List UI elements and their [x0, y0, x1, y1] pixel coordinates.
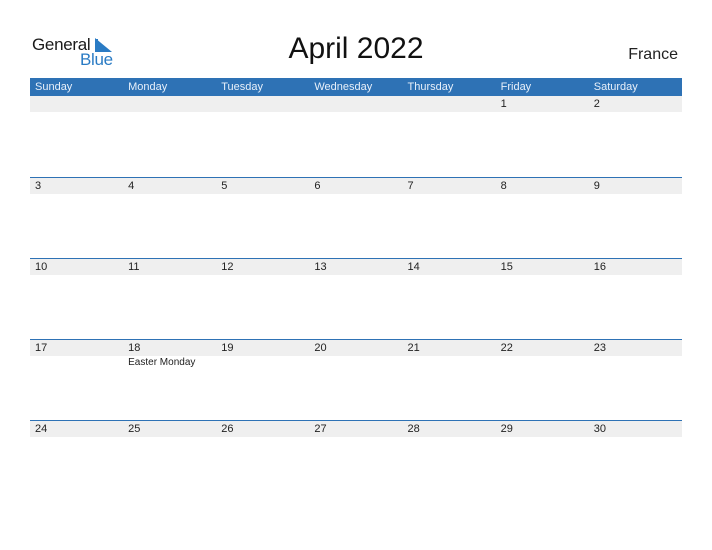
day-cell: 23: [588, 340, 682, 368]
day-number: 19: [216, 340, 310, 356]
day-cell: 12: [216, 259, 310, 275]
week-row: 12: [30, 96, 682, 112]
day-number: 5: [216, 178, 310, 194]
day-cell: 3: [30, 178, 124, 194]
day-number: 10: [30, 259, 124, 275]
day-cell: 26: [216, 421, 310, 437]
day-cell: [309, 96, 403, 112]
day-cell: 4: [123, 178, 217, 194]
day-number: 2: [588, 96, 682, 112]
day-number: 3: [30, 178, 124, 194]
day-number: 9: [588, 178, 682, 194]
day-number: [309, 96, 403, 112]
day-number: 15: [495, 259, 589, 275]
weekday-header: Sunday Monday Tuesday Wednesday Thursday…: [30, 78, 682, 96]
day-cell: [30, 96, 124, 112]
day-number: 25: [123, 421, 217, 437]
day-cell: 24: [30, 421, 124, 437]
day-number: 13: [309, 259, 403, 275]
day-number: [123, 96, 217, 112]
day-cell: 11: [123, 259, 217, 275]
day-cell: 18 Easter Monday: [123, 340, 217, 368]
day-number: 7: [402, 178, 496, 194]
weekday-thursday: Thursday: [407, 81, 454, 93]
day-cell: 21: [402, 340, 496, 368]
week-row: 17 18 Easter Monday 19 20 21 22 23: [30, 339, 682, 368]
day-cell: 30: [588, 421, 682, 437]
day-number: 30: [588, 421, 682, 437]
day-number: 8: [495, 178, 589, 194]
day-cell: 1: [495, 96, 589, 112]
day-cell: 16: [588, 259, 682, 275]
week-row: 3456789: [30, 177, 682, 194]
day-cell: [123, 96, 217, 112]
day-number: 21: [402, 340, 496, 356]
day-cell: 5: [216, 178, 310, 194]
day-number: 11: [123, 259, 217, 275]
day-number: 18: [123, 340, 217, 356]
day-cell: 29: [495, 421, 589, 437]
day-number: 22: [495, 340, 589, 356]
day-number: 27: [309, 421, 403, 437]
day-cell: 27: [309, 421, 403, 437]
day-cell: 25: [123, 421, 217, 437]
holiday-label: Easter Monday: [128, 357, 196, 368]
day-cell: 8: [495, 178, 589, 194]
day-cell: 2: [588, 96, 682, 112]
day-cell: 22: [495, 340, 589, 368]
day-number: 23: [588, 340, 682, 356]
day-cell: 6: [309, 178, 403, 194]
day-number: 4: [123, 178, 217, 194]
day-number: [30, 96, 124, 112]
day-number: 28: [402, 421, 496, 437]
day-number: 20: [309, 340, 403, 356]
week-row: 10 11 12 13 14 15 16: [30, 258, 682, 275]
day-number: 16: [588, 259, 682, 275]
week-row: 24 25 26 27 28 29 30: [30, 420, 682, 437]
day-cell: 17: [30, 340, 124, 368]
day-cell: 19: [216, 340, 310, 368]
weekday-tuesday: Tuesday: [221, 81, 264, 93]
day-cell: 13: [309, 259, 403, 275]
day-number: [216, 96, 310, 112]
day-cell: 9: [588, 178, 682, 194]
weekday-wednesday: Wednesday: [314, 81, 373, 93]
day-cell: [216, 96, 310, 112]
day-number: 6: [309, 178, 403, 194]
country-label: France: [628, 46, 678, 63]
day-cell: [402, 96, 496, 112]
day-number: 29: [495, 421, 589, 437]
day-cell: 7: [402, 178, 496, 194]
day-number: 12: [216, 259, 310, 275]
day-number: 1: [495, 96, 589, 112]
weekday-friday: Friday: [500, 81, 532, 93]
weekday-monday: Monday: [128, 81, 168, 93]
day-number: 26: [216, 421, 310, 437]
calendar-title: April 2022: [288, 32, 424, 65]
day-cell: 28: [402, 421, 496, 437]
weekday-saturday: Saturday: [593, 81, 638, 93]
weekday-sunday: Sunday: [35, 81, 73, 93]
day-cell: 10: [30, 259, 124, 275]
day-cell: 20: [309, 340, 403, 368]
day-cell: 14: [402, 259, 496, 275]
day-cell: 15: [495, 259, 589, 275]
day-number: 14: [402, 259, 496, 275]
day-number: 24: [30, 421, 124, 437]
day-number: [402, 96, 496, 112]
day-number: 17: [30, 340, 124, 356]
